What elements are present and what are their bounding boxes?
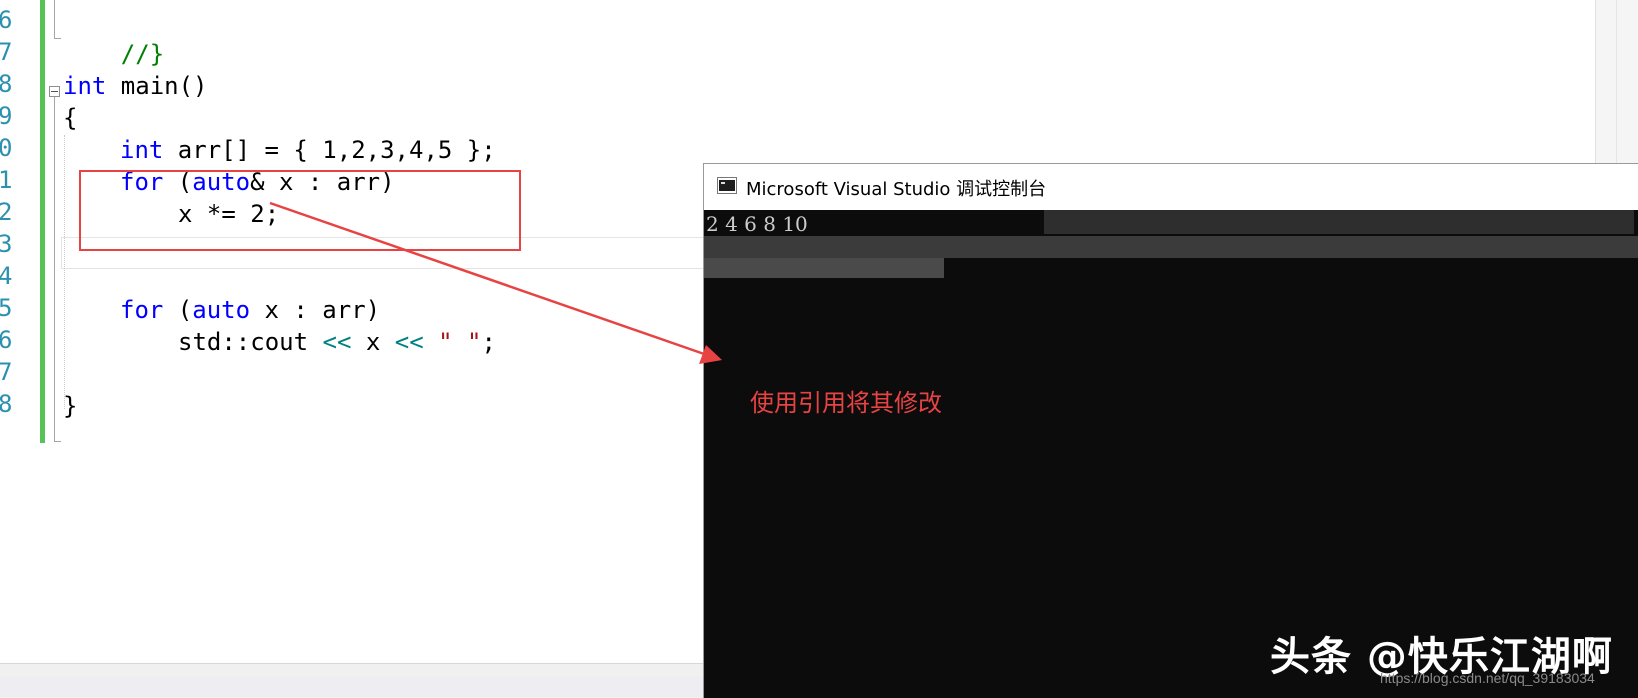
annotation-label: 使用引用将其修改 xyxy=(750,389,942,417)
watermark-url: https://blog.csdn.net/qq_39183034 xyxy=(1380,670,1595,686)
annotation-arrow xyxy=(269,201,722,364)
